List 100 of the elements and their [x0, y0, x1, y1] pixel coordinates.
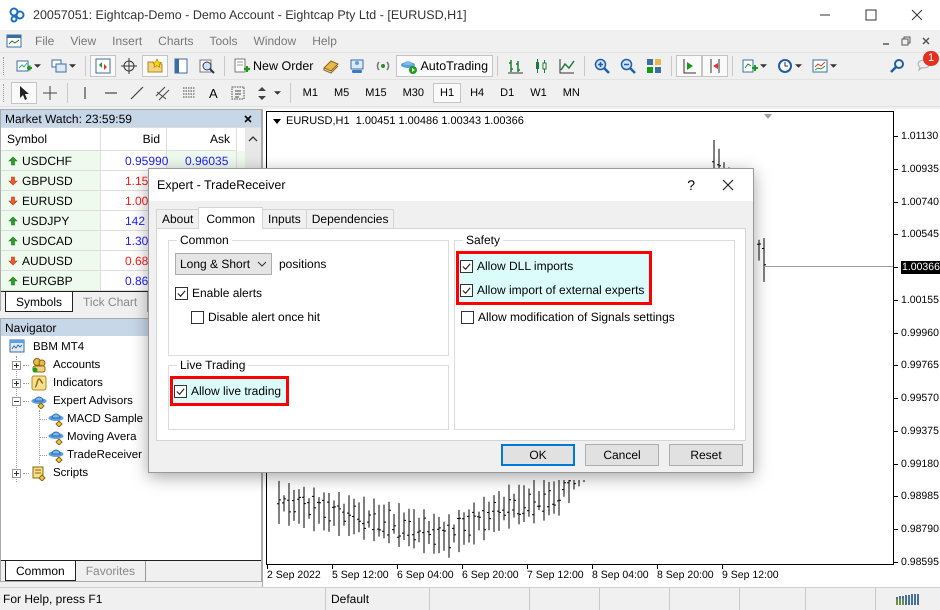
symbol-name: AUDUSD: [22, 254, 73, 268]
trendline-icon[interactable]: [129, 85, 145, 101]
timeframe-button[interactable]: D1: [493, 83, 522, 103]
add-indicator-icon[interactable]: [742, 58, 758, 74]
scroll-up-icon[interactable]: [248, 136, 258, 142]
checkbox[interactable]: [175, 286, 188, 300]
expand-icon[interactable]: [12, 360, 21, 370]
tab[interactable]: Inputs: [262, 209, 307, 228]
current-price-label: 1.00366: [901, 261, 940, 274]
caret-icon[interactable]: [69, 64, 76, 68]
crosshair-icon[interactable]: [121, 58, 137, 74]
new-chart-icon[interactable]: [16, 58, 32, 74]
tree-item[interactable]: Scripts: [53, 467, 88, 479]
menu-item[interactable]: Insert: [104, 32, 150, 50]
time-label: 9 Sep 12:00: [722, 569, 780, 581]
caret-icon[interactable]: [830, 64, 838, 68]
price-label: 0.98595: [901, 556, 939, 569]
caret-icon[interactable]: [34, 64, 41, 68]
tab[interactable]: Dependencies: [306, 209, 394, 228]
checkbox-label[interactable]: Allow modification of Signals settings: [478, 310, 675, 324]
folder-star-icon[interactable]: [147, 58, 163, 74]
panel-tab[interactable]: Symbols: [5, 292, 74, 312]
menu-item[interactable]: Window: [246, 32, 304, 50]
tree-item[interactable]: TradeReceiver: [67, 449, 142, 461]
tile-windows-icon[interactable]: [646, 58, 662, 74]
dialog-button[interactable]: Reset: [669, 444, 743, 466]
close-icon[interactable]: [243, 114, 253, 124]
positions-dropdown[interactable]: Long & Short: [175, 253, 272, 275]
tree-item[interactable]: Expert Advisors: [53, 395, 133, 407]
timeframe-button[interactable]: M30: [396, 83, 432, 103]
monitor-icon[interactable]: [349, 58, 366, 74]
timeframe-button[interactable]: M5: [326, 83, 356, 103]
text-label-icon[interactable]: [230, 85, 246, 101]
checkbox[interactable]: [191, 310, 204, 324]
line-chart-icon[interactable]: [559, 58, 576, 74]
checkbox-label[interactable]: Allow import of external experts: [477, 283, 644, 297]
timeframe-button[interactable]: M1: [296, 83, 325, 103]
timeframe-button[interactable]: H4: [463, 83, 492, 103]
text-tool-button[interactable]: A: [202, 84, 225, 102]
menu-item[interactable]: Charts: [150, 32, 202, 50]
clock-icon[interactable]: [777, 58, 794, 74]
caret-icon[interactable]: [795, 64, 802, 68]
caret-icon[interactable]: [274, 91, 281, 95]
price-label: 0.99180: [901, 458, 939, 471]
checkbox-label[interactable]: Disable alert once hit: [208, 310, 320, 324]
caret-icon[interactable]: [760, 64, 768, 68]
collapse-icon[interactable]: [12, 396, 21, 406]
tree-item[interactable]: Accounts: [53, 359, 100, 371]
chart-window-icon[interactable]: [6, 33, 22, 49]
close-icon[interactable]: [920, 35, 932, 47]
zoom-in-icon[interactable]: [594, 58, 610, 74]
timeframe-button[interactable]: M15: [358, 83, 394, 103]
close-icon[interactable]: [721, 178, 735, 192]
symbol-name: EURGBP: [22, 274, 73, 288]
book-icon[interactable]: [323, 58, 340, 74]
dialog-button[interactable]: Cancel: [585, 444, 659, 466]
tree-item[interactable]: BBM MT4: [33, 341, 84, 353]
profile-name: Default: [326, 588, 430, 610]
tab[interactable]: About: [156, 209, 200, 228]
autotrading-button[interactable]: AutoTrading: [396, 55, 494, 77]
candlestick-icon[interactable]: [533, 58, 550, 74]
bar-chart-icon[interactable]: [507, 58, 524, 74]
template-icon[interactable]: [812, 58, 828, 74]
timeframe-button[interactable]: MN: [556, 83, 587, 103]
dropdown-triangle-icon[interactable]: [273, 118, 281, 124]
zoom-out-icon[interactable]: [620, 58, 636, 74]
checkbox[interactable]: [460, 260, 473, 272]
channel-icon[interactable]: [155, 85, 171, 101]
magnifier-icon[interactable]: [199, 58, 215, 74]
profiles-icon[interactable]: [51, 58, 67, 74]
new-order-button[interactable]: New Order: [229, 55, 318, 77]
menu-item[interactable]: File: [27, 32, 62, 50]
help-button[interactable]: ?: [687, 177, 695, 193]
group-title: Live Trading: [179, 358, 246, 372]
checkbox-label[interactable]: Allow live trading: [191, 384, 282, 398]
timeframe-button[interactable]: H1: [433, 83, 462, 103]
tree-item[interactable]: Moving Avera: [67, 431, 136, 443]
tab[interactable]: Common: [198, 207, 264, 229]
panel-tab[interactable]: Common: [5, 561, 76, 581]
checkbox[interactable]: [174, 384, 187, 398]
menu-item[interactable]: View: [62, 32, 104, 50]
menu-item[interactable]: Tools: [202, 32, 246, 50]
shift-marker-icon[interactable]: [764, 114, 772, 119]
tree-item[interactable]: MACD Sample: [67, 413, 144, 425]
checkbox[interactable]: [460, 284, 473, 296]
expand-icon[interactable]: [12, 468, 21, 478]
expand-icon[interactable]: [12, 378, 21, 388]
search-icon[interactable]: [889, 58, 905, 74]
checkbox-label[interactable]: Allow DLL imports: [477, 259, 574, 273]
symbol-row[interactable]: USDCHF 0.95990 0.96035: [1, 151, 245, 171]
autoscroll-icon[interactable]: [681, 58, 698, 74]
crosshair-icon[interactable]: [42, 85, 58, 101]
timeframe-button[interactable]: W1: [523, 83, 554, 103]
dialog-button[interactable]: OK: [501, 444, 575, 466]
restore-icon[interactable]: [900, 35, 912, 47]
checkbox[interactable]: [461, 310, 474, 324]
window-icon[interactable]: [173, 58, 189, 74]
tree-item[interactable]: Indicators: [53, 377, 103, 389]
menu-item[interactable]: Help: [304, 32, 345, 50]
market-watch-icon[interactable]: [95, 58, 111, 74]
